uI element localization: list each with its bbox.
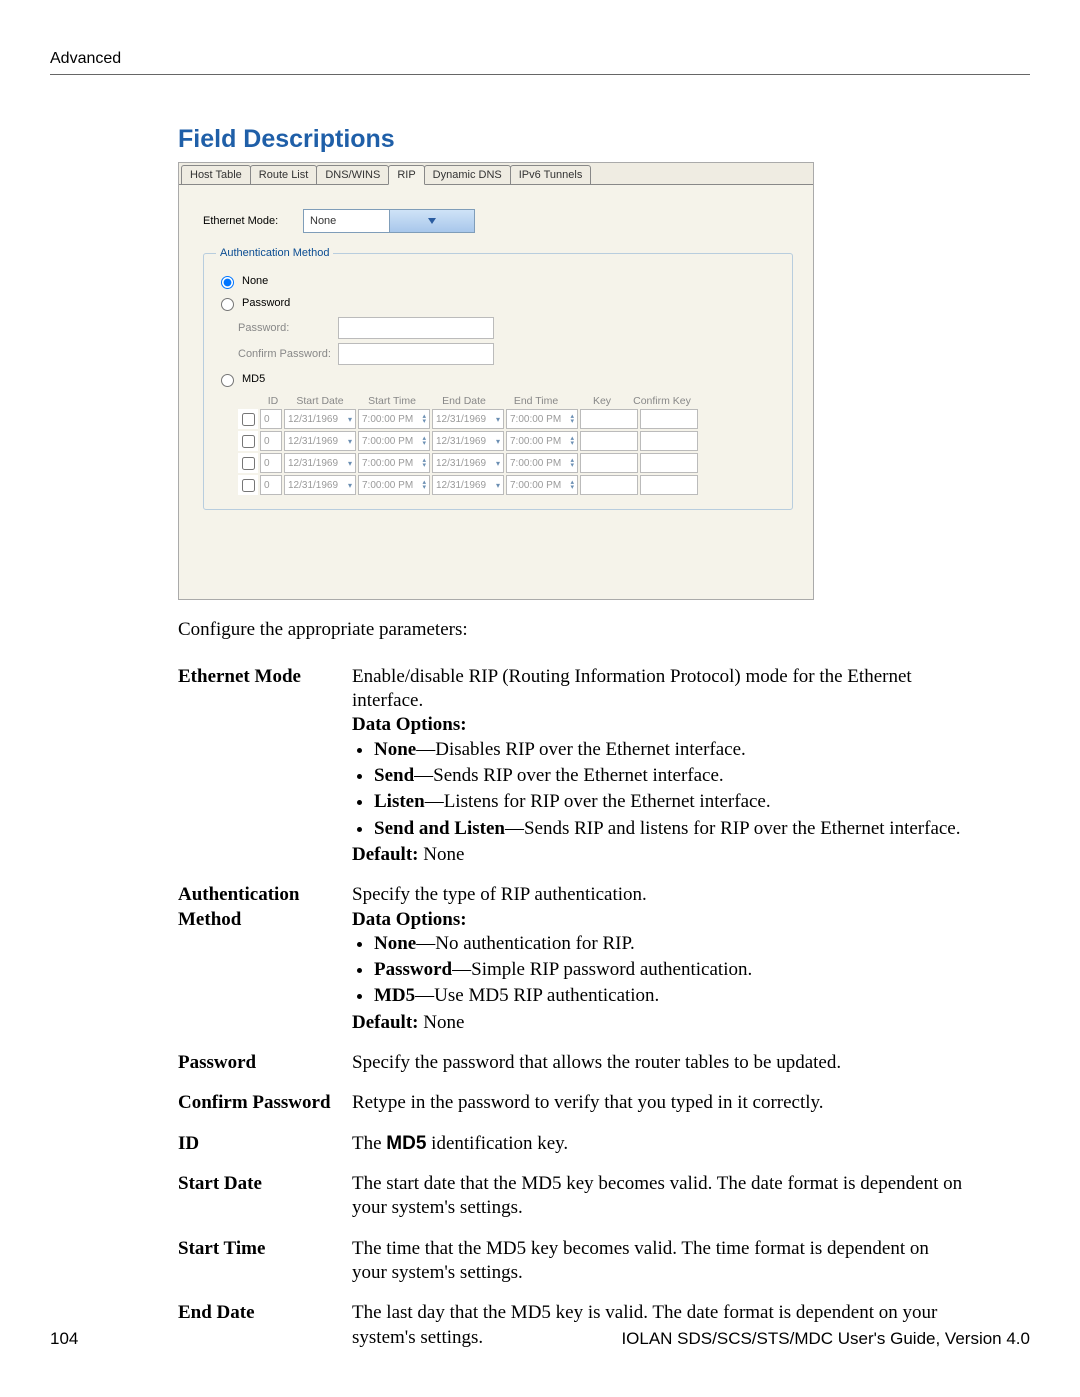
section-title: Field Descriptions [178,125,1030,154]
md5-confirm-key-cell[interactable] [640,409,698,429]
tab-dns-wins[interactable]: DNS/WINS [316,165,389,185]
password-input[interactable] [338,317,494,339]
desc-password: Specify the password that allows the rou… [352,1047,968,1087]
md5-end-date-cell[interactable]: 12/31/1969▾ [432,453,504,473]
md5-start-date-cell[interactable]: 12/31/1969▾ [284,431,356,451]
md5-row: 012/31/1969▾7:00:00 PM▴▾12/31/1969▾7:00:… [238,431,780,451]
page-header: Advanced [50,50,1030,75]
md5-id-cell[interactable]: 0 [260,475,282,495]
radio-password-label[interactable]: Password [242,297,290,309]
md5-rows: 012/31/1969▾7:00:00 PM▴▾12/31/1969▾7:00:… [238,409,780,495]
radio-password[interactable] [221,298,234,311]
md5-end-time-cell[interactable]: 7:00:00 PM▴▾ [506,409,578,429]
md5-confirm-key-cell[interactable] [640,475,698,495]
term-confirm-password: Confirm Password [178,1087,352,1127]
radio-md5-label[interactable]: MD5 [242,373,265,385]
md5-confirm-key-cell[interactable] [640,453,698,473]
auth-method-legend: Authentication Method [216,247,333,259]
tab-host-table[interactable]: Host Table [181,165,251,185]
ethernet-mode-label: Ethernet Mode: [203,215,303,227]
md5-start-time-cell[interactable]: 7:00:00 PM▴▾ [358,431,430,451]
md5-start-time-cell[interactable]: 7:00:00 PM▴▾ [358,475,430,495]
option-item: MD5—Use MD5 RIP authentication. [374,984,968,1008]
option-item: None—No authentication for RIP. [374,932,968,956]
md5-row: 012/31/1969▾7:00:00 PM▴▾12/31/1969▾7:00:… [238,409,780,429]
md5-start-date-cell[interactable]: 12/31/1969▾ [284,409,356,429]
radio-none[interactable] [221,276,234,289]
md5-key-cell[interactable] [580,409,638,429]
term-start-date: Start Date [178,1168,352,1233]
intro-text: Configure the appropriate parameters: [178,618,958,643]
md5-enable-checkbox[interactable] [242,413,255,426]
ethernet-mode-value: None [304,215,389,227]
tab-ipv6[interactable]: IPv6 Tunnels [510,165,592,185]
md5-end-time-cell[interactable]: 7:00:00 PM▴▾ [506,453,578,473]
option-item: Password—Simple RIP password authenticat… [374,958,968,982]
auth-method-fieldset: Authentication Method None Password Pass… [203,247,793,510]
option-item: Send—Sends RIP over the Ethernet interfa… [374,764,968,788]
md5-id-cell[interactable]: 0 [260,431,282,451]
term-auth-method: AuthenticationMethod [178,879,352,1047]
desc-start-time: The time that the MD5 key becomes valid.… [352,1233,968,1298]
desc-id: The MD5 identification key. [352,1128,968,1168]
tab-dyn-dns[interactable]: Dynamic DNS [424,165,511,185]
radio-none-label[interactable]: None [242,275,268,287]
rip-dialog: Host Table Route List DNS/WINS RIP Dynam… [178,162,814,600]
md5-enable-checkbox[interactable] [242,435,255,448]
md5-start-time-cell[interactable]: 7:00:00 PM▴▾ [358,409,430,429]
term-password: Password [178,1047,352,1087]
option-item: None—Disables RIP over the Ethernet inte… [374,738,968,762]
term-id: ID [178,1128,352,1168]
md5-key-cell[interactable] [580,431,638,451]
doc-title: IOLAN SDS/SCS/STS/MDC User's Guide, Vers… [621,1329,1030,1349]
md5-row: 012/31/1969▾7:00:00 PM▴▾12/31/1969▾7:00:… [238,475,780,495]
desc-auth-method: Specify the type of RIP authentication. … [352,879,968,1047]
password-label: Password: [238,322,338,334]
md5-start-time-cell[interactable]: 7:00:00 PM▴▾ [358,453,430,473]
desc-confirm-password: Retype in the password to verify that yo… [352,1087,968,1127]
radio-md5[interactable] [221,374,234,387]
md5-headers: ID Start Date Start Time End Date End Ti… [238,395,780,407]
option-item: Send and Listen—Sends RIP and listens fo… [374,817,968,841]
desc-start-date: The start date that the MD5 key becomes … [352,1168,968,1233]
md5-end-time-cell[interactable]: 7:00:00 PM▴▾ [506,475,578,495]
desc-ethernet-mode: Enable/disable RIP (Routing Information … [352,661,968,880]
md5-row: 012/31/1969▾7:00:00 PM▴▾12/31/1969▾7:00:… [238,453,780,473]
chevron-down-icon [389,210,475,232]
page-number: 104 [50,1329,78,1349]
tab-rip[interactable]: RIP [388,165,424,185]
tab-strip: Host Table Route List DNS/WINS RIP Dynam… [179,163,813,185]
md5-end-date-cell[interactable]: 12/31/1969▾ [432,431,504,451]
page-footer: 104 IOLAN SDS/SCS/STS/MDC User's Guide, … [50,1329,1030,1349]
md5-key-cell[interactable] [580,475,638,495]
md5-id-cell[interactable]: 0 [260,409,282,429]
md5-end-date-cell[interactable]: 12/31/1969▾ [432,409,504,429]
tab-route-list[interactable]: Route List [250,165,318,185]
option-item: Listen—Listens for RIP over the Ethernet… [374,790,968,814]
md5-id-cell[interactable]: 0 [260,453,282,473]
field-descriptions-table: Ethernet Mode Enable/disable RIP (Routin… [178,661,968,1362]
md5-enable-checkbox[interactable] [242,479,255,492]
confirm-password-label: Confirm Password: [238,348,338,360]
md5-end-time-cell[interactable]: 7:00:00 PM▴▾ [506,431,578,451]
md5-start-date-cell[interactable]: 12/31/1969▾ [284,475,356,495]
md5-end-date-cell[interactable]: 12/31/1969▾ [432,475,504,495]
md5-start-date-cell[interactable]: 12/31/1969▾ [284,453,356,473]
md5-enable-checkbox[interactable] [242,457,255,470]
md5-key-cell[interactable] [580,453,638,473]
ethernet-mode-select[interactable]: None [303,209,475,233]
md5-confirm-key-cell[interactable] [640,431,698,451]
term-start-time: Start Time [178,1233,352,1298]
term-ethernet-mode: Ethernet Mode [178,661,352,880]
confirm-password-input[interactable] [338,343,494,365]
